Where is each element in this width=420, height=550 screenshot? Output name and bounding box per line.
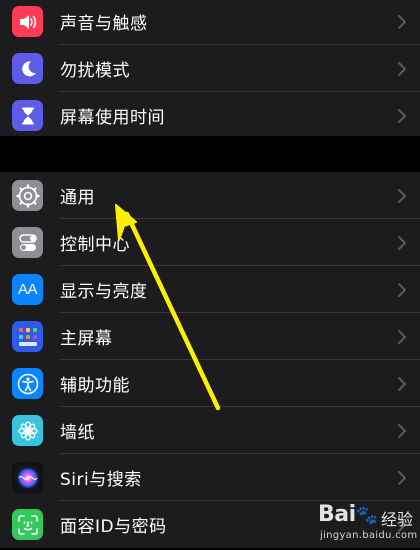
chevron-right-icon <box>398 423 406 438</box>
settings-row-label: 显示与亮度 <box>60 282 148 302</box>
home-grid-icon <box>12 321 43 352</box>
settings-group-main: 通用 控制中心 AA 显示与亮度 主屏幕 辅助功能 墙纸 Siri与搜索 面容I… <box>0 172 420 548</box>
gear-icon <box>12 180 43 211</box>
settings-row-display[interactable]: AA 显示与亮度 <box>0 266 420 313</box>
settings-row-dnd[interactable]: 勿扰模式 <box>0 45 420 92</box>
baidu-jingyan-watermark: Bai🐾 经验 jingyan.baidu.com <box>318 500 418 546</box>
settings-row-label: 控制中心 <box>60 235 130 255</box>
text-size-glyph: AA <box>17 281 38 298</box>
moon-icon <box>12 53 43 84</box>
settings-row-label: 声音与触感 <box>60 14 148 34</box>
siri-icon <box>12 462 43 493</box>
chevron-right-icon <box>398 188 406 203</box>
text-size-icon: AA <box>12 274 43 305</box>
watermark-logo: Bai🐾 <box>318 502 378 527</box>
accessibility-icon <box>12 368 43 399</box>
settings-row-sounds[interactable]: 声音与触感 <box>0 0 420 45</box>
settings-row-accessibility[interactable]: 辅助功能 <box>0 360 420 407</box>
speaker-icon <box>12 6 43 37</box>
chevron-right-icon <box>398 376 406 391</box>
settings-row-label: 勿扰模式 <box>60 61 130 81</box>
settings-row-label: 辅助功能 <box>60 376 130 396</box>
watermark-url: jingyan.baidu.com <box>320 530 418 541</box>
settings-row-label: 主屏幕 <box>60 329 113 349</box>
settings-row-label: 屏幕使用时间 <box>60 108 165 128</box>
chevron-right-icon <box>398 282 406 297</box>
settings-group-top: 声音与触感 勿扰模式 屏幕使用时间 <box>0 0 420 139</box>
settings-row-label: 通用 <box>60 188 95 208</box>
flower-icon <box>12 415 43 446</box>
watermark-brand: 经验 <box>381 510 414 529</box>
chevron-right-icon <box>398 108 406 123</box>
section-gap <box>0 136 420 172</box>
settings-row-control-center[interactable]: 控制中心 <box>0 219 420 266</box>
toggles-icon <box>12 227 43 258</box>
chevron-right-icon <box>398 235 406 250</box>
settings-row-screen-time[interactable]: 屏幕使用时间 <box>0 92 420 139</box>
hourglass-icon <box>12 100 43 131</box>
settings-row-general[interactable]: 通用 <box>0 172 420 219</box>
chevron-right-icon <box>398 470 406 485</box>
settings-row-label: 墙纸 <box>60 423 95 443</box>
settings-row-label: Siri与搜索 <box>60 470 142 490</box>
settings-row-label: 面容ID与密码 <box>60 517 167 537</box>
face-id-icon <box>12 509 43 540</box>
chevron-right-icon <box>398 329 406 344</box>
chevron-right-icon <box>398 14 406 29</box>
paw-icon: 🐾 <box>355 505 378 526</box>
settings-row-siri[interactable]: Siri与搜索 <box>0 454 420 501</box>
chevron-right-icon <box>398 61 406 76</box>
settings-row-wallpaper[interactable]: 墙纸 <box>0 407 420 454</box>
settings-row-home-screen[interactable]: 主屏幕 <box>0 313 420 360</box>
